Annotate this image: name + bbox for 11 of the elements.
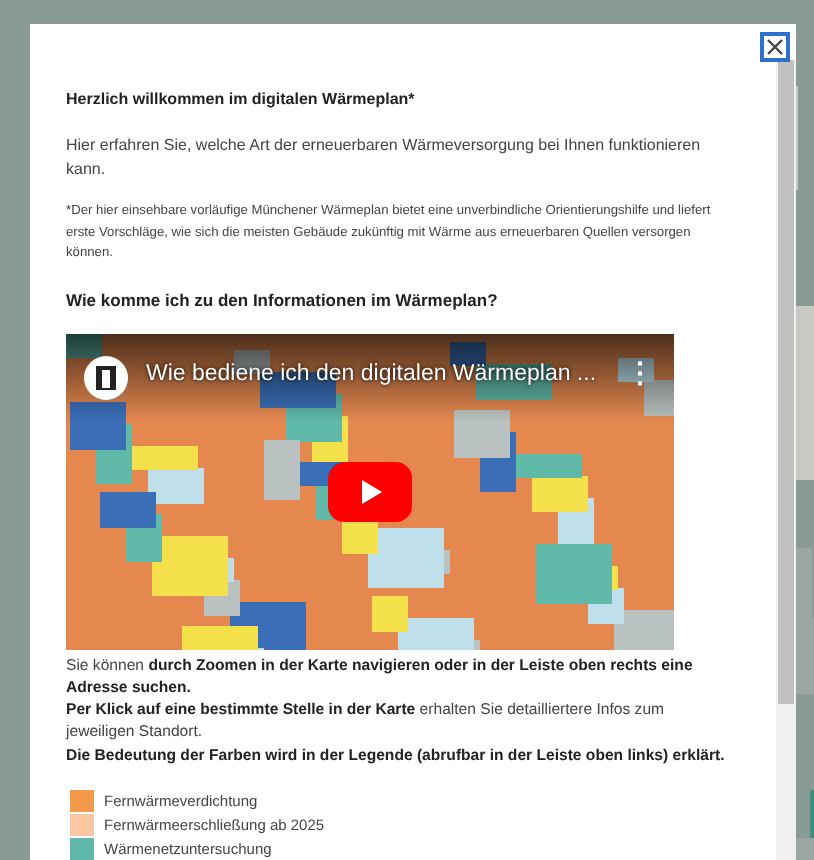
section-heading: Wie komme ich zu den Informationen im Wärmeplan? — [66, 289, 500, 309]
video-title: Wie bediene ich den digitalen Wärmeplan ... — [146, 361, 597, 385]
video-player[interactable]: Wie bediene ich den digitalen Wärmeplan ... ⋮ — [66, 333, 674, 649]
close-button[interactable] — [760, 32, 790, 62]
play-icon[interactable] — [328, 461, 412, 521]
dialog-title: Herzlich willkommen im digitalen Wärmeplan* — [66, 90, 417, 108]
close-icon — [766, 38, 784, 56]
video-menu-button[interactable]: ⋮ — [626, 355, 654, 387]
channel-logo-icon — [84, 355, 128, 399]
intro-text: Hier erfahren Sie, welche Art der erneuerbaren Wärmeversorgung bei Ihnen funktionieren kann. — [66, 134, 703, 182]
scrollbar-thumb[interactable] — [778, 60, 794, 704]
